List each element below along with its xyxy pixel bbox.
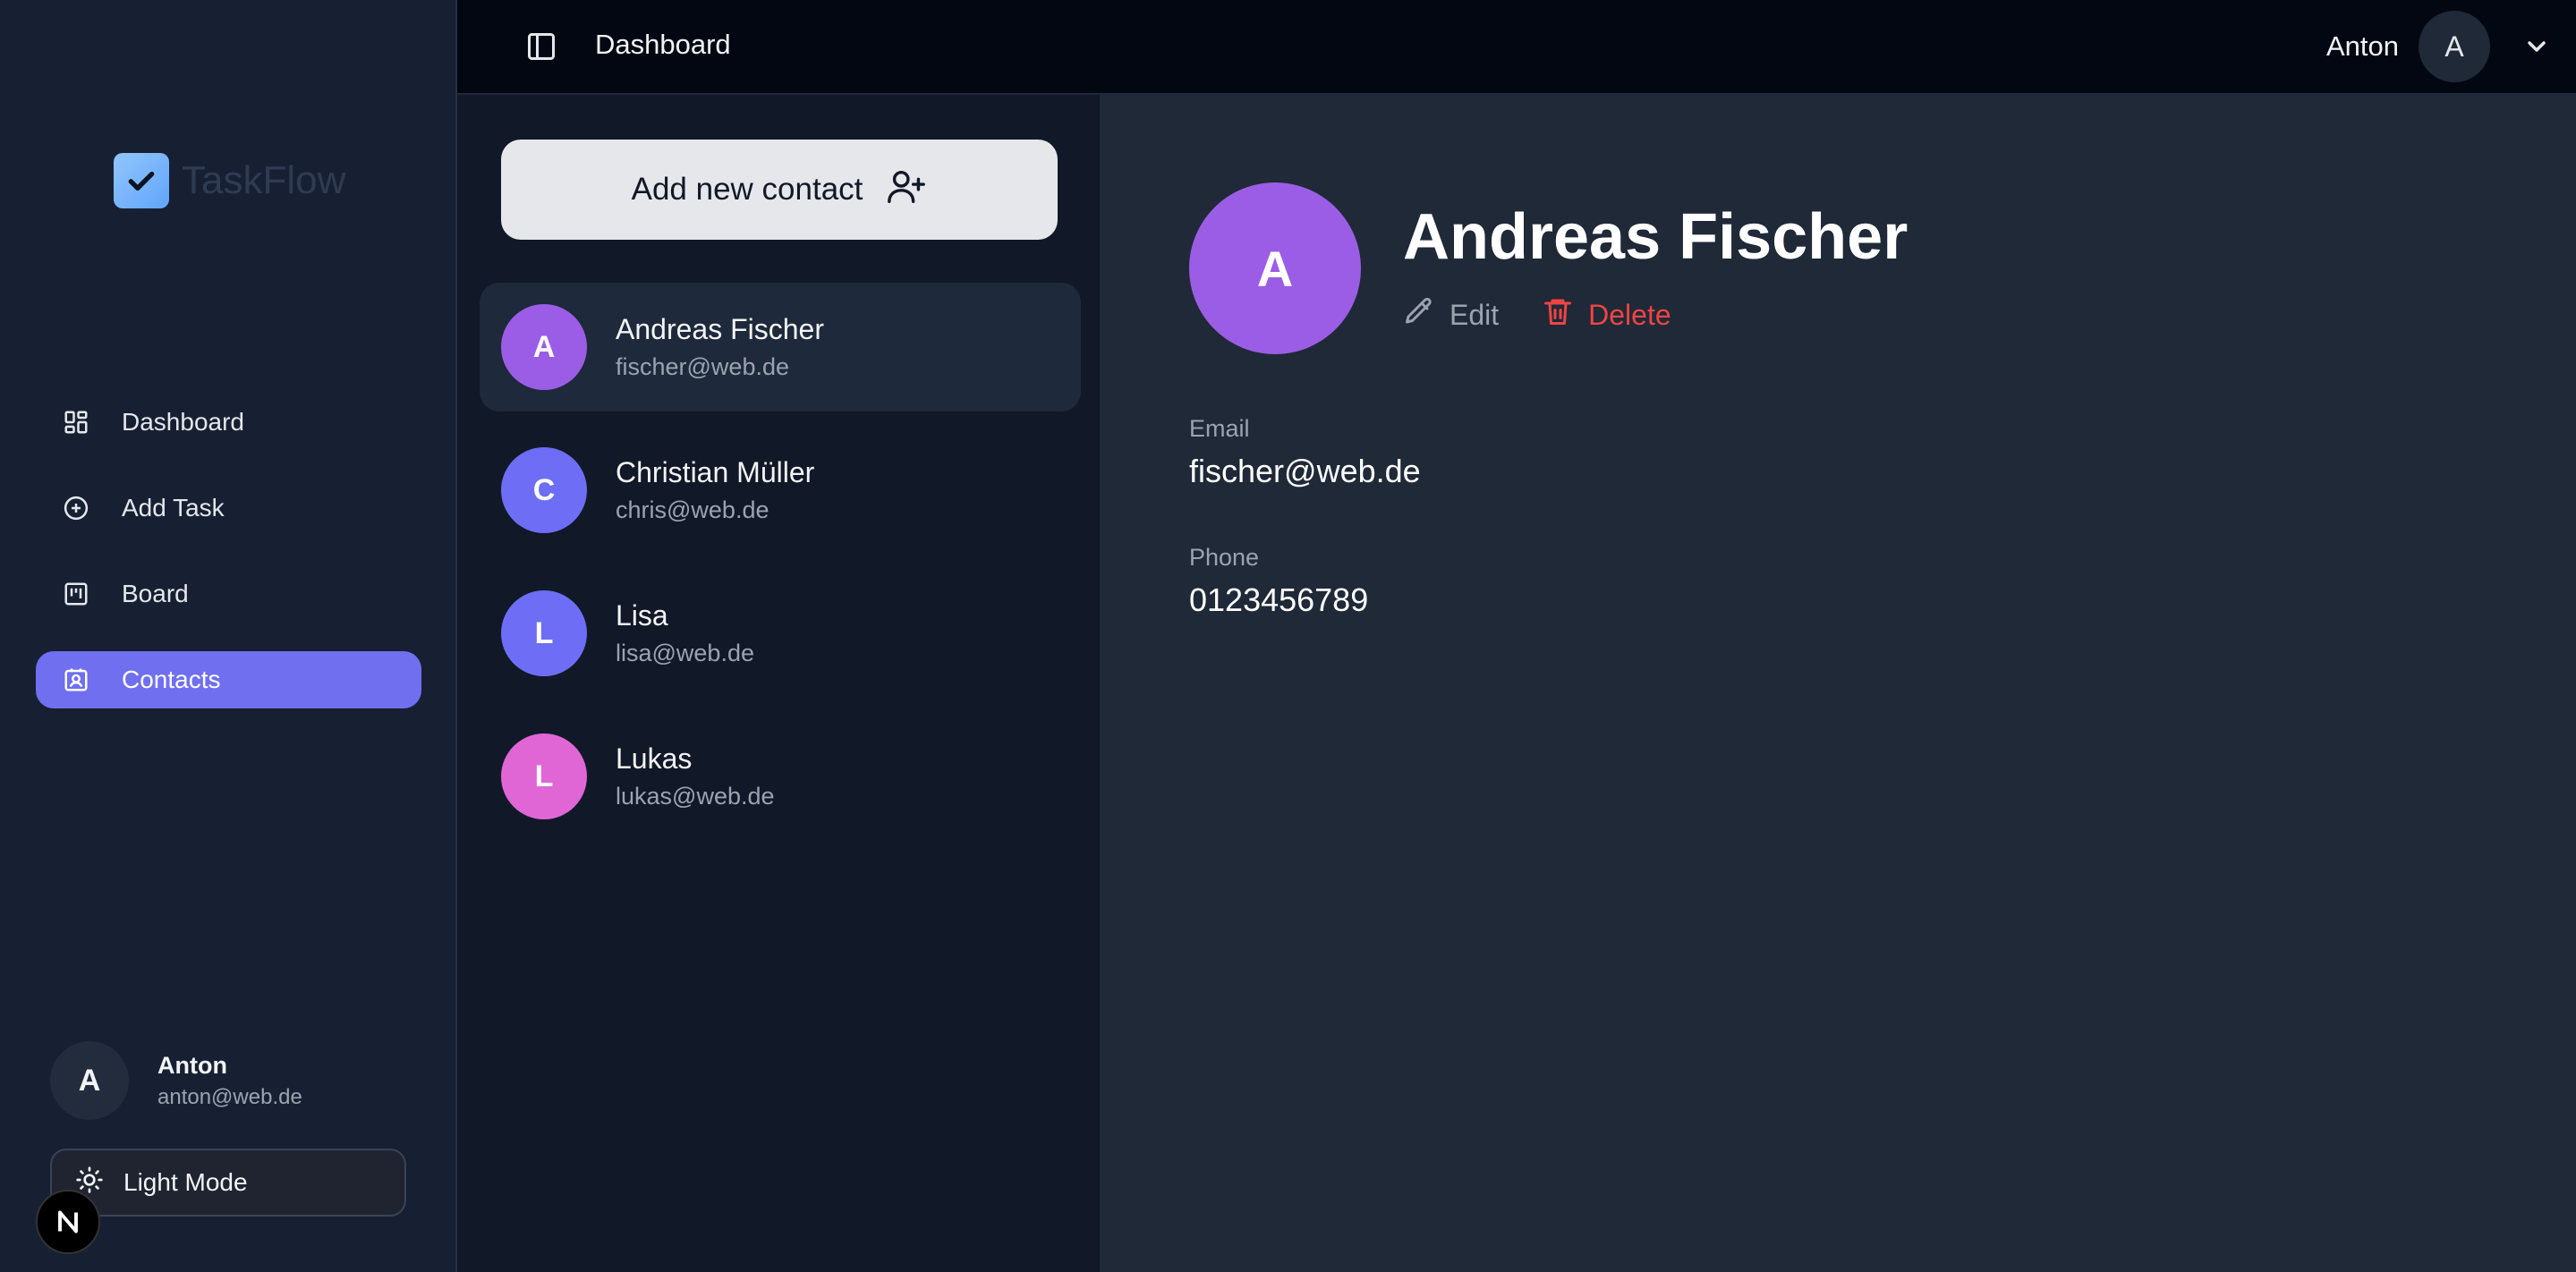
app-logo[interactable]: TaskFlow (114, 152, 345, 209)
edit-label: Edit (1450, 298, 1500, 331)
chevron-down-icon[interactable] (2522, 32, 2551, 61)
user-name: Anton (157, 1051, 227, 1079)
contact-email: chris@web.de (616, 496, 769, 523)
contact-list-panel: Add new contact A Andreas Fischer fische… (457, 95, 1101, 1272)
add-contact-button[interactable]: Add new contact (501, 140, 1058, 240)
light-mode-label: Light Mode (123, 1168, 248, 1196)
contact-name: Lukas (616, 742, 693, 775)
sidebar-item-label: Dashboard (122, 408, 244, 436)
avatar: A (2419, 11, 2490, 82)
contact-list: A Andreas Fischer fischer@web.de C Chris… (480, 283, 1081, 855)
sidebar-nav: Dashboard Add Task Board Contacts (36, 394, 421, 737)
trash-icon (1542, 295, 1574, 335)
list-item[interactable]: A Andreas Fischer fischer@web.de (480, 283, 1081, 411)
sidebar-item-label: Board (122, 580, 189, 607)
sidebar-toggle-icon[interactable] (525, 30, 557, 63)
email-value: fischer@web.de (1189, 453, 1421, 489)
contact-email: lisa@web.de (616, 640, 754, 666)
sidebar-item-contacts[interactable]: Contacts (36, 651, 421, 708)
sidebar: TaskFlow Dashboard Add Task Board Contac… (0, 0, 457, 1272)
avatar: L (501, 590, 587, 676)
user-name: Anton (2325, 30, 2399, 62)
topbar: Dashboard Anton A (457, 0, 2576, 95)
delete-label: Delete (1588, 298, 1671, 331)
email-label: Email (1189, 415, 1250, 442)
list-item[interactable]: L Lisa lisa@web.de (480, 569, 1081, 698)
contact-name: Andreas Fischer (616, 313, 824, 345)
user-email: anton@web.de (157, 1084, 302, 1109)
contact-card-icon (63, 666, 89, 693)
contact-email: lukas@web.de (616, 783, 775, 810)
kanban-icon (63, 581, 89, 607)
sidebar-item-label: Add Task (122, 494, 225, 522)
avatar: A (1189, 182, 1361, 354)
user-menu[interactable]: Anton A (2326, 11, 2490, 82)
user-plus-icon (886, 165, 927, 215)
phone-value: 0123456789 (1189, 581, 1369, 618)
checkbox-logo-icon (114, 153, 169, 208)
dev-tools-badge[interactable] (36, 1190, 100, 1254)
n-logo-icon (58, 1210, 78, 1234)
pencil-icon (1403, 295, 1435, 335)
sidebar-user-card[interactable]: A Anton anton@web.de (50, 1041, 302, 1120)
contact-name: Christian Müller (616, 456, 815, 488)
edit-button[interactable]: Edit (1403, 295, 1499, 335)
add-contact-label: Add new contact (631, 172, 863, 207)
page-title: Dashboard (595, 29, 731, 60)
avatar: A (501, 304, 587, 390)
light-mode-button[interactable]: Light Mode (50, 1149, 406, 1217)
contact-detail-name: Andreas Fischer (1403, 201, 1909, 273)
list-item[interactable]: L Lukas lukas@web.de (480, 712, 1081, 841)
sidebar-item-add-task[interactable]: Add Task (36, 479, 421, 537)
contact-name: Lisa (616, 599, 668, 632)
sidebar-item-dashboard[interactable]: Dashboard (36, 394, 421, 451)
contact-email: fischer@web.de (616, 353, 789, 380)
sidebar-item-board[interactable]: Board (36, 565, 421, 623)
sidebar-item-label: Contacts (122, 666, 221, 693)
contact-detail-panel: A Andreas Fischer Edit Delete Email fisc… (1101, 95, 2576, 1272)
phone-label: Phone (1189, 544, 1260, 571)
delete-button[interactable]: Delete (1542, 295, 1671, 335)
list-item[interactable]: C Christian Müller chris@web.de (480, 426, 1081, 555)
plus-circle-icon (63, 495, 89, 522)
dashboard-icon (63, 409, 89, 436)
avatar: A (50, 1041, 129, 1120)
avatar: L (501, 734, 587, 819)
avatar: C (501, 447, 587, 533)
app-name: TaskFlow (182, 158, 346, 202)
contact-actions: Edit Delete (1403, 295, 1671, 335)
